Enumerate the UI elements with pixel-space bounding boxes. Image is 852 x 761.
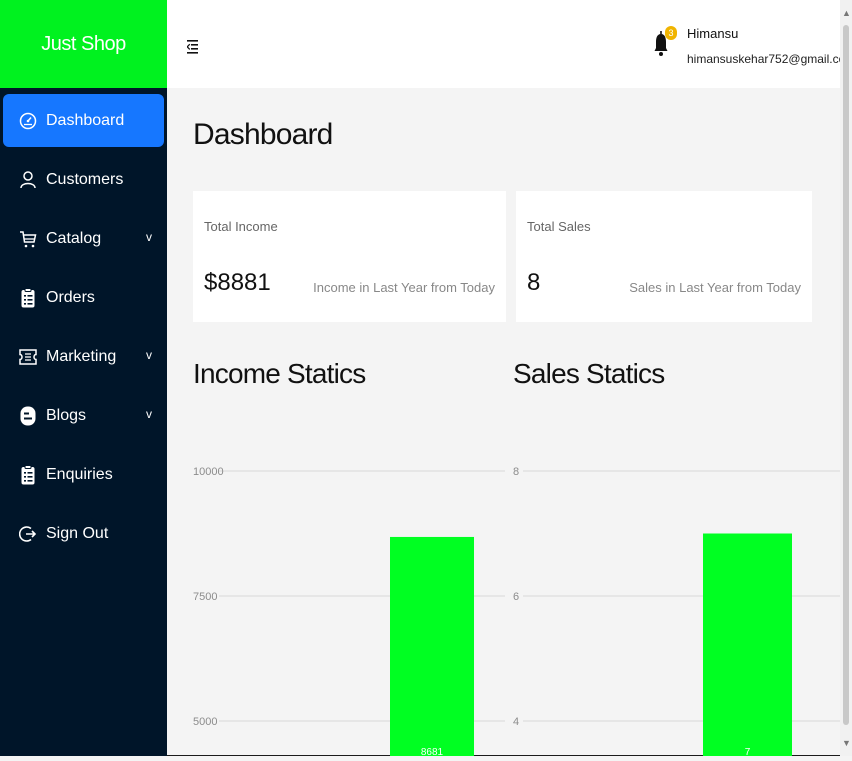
sidebar-item-enquiries[interactable]: Enquiries [3,448,164,501]
user-email[interactable]: himansuskehar752@gmail.com [687,52,852,66]
brand-logo[interactable]: Just Shop [0,0,167,88]
sales-statics-title: Sales Statics [513,358,665,389]
total-sales-card: Total Sales 8 Sales in Last Year from To… [516,191,812,322]
sidebar-item-customers[interactable]: Customers [3,153,164,206]
sidebar-item-label: Catalog [46,229,102,247]
top-header: 3 Himansu himansuskehar752@gmail.com [167,0,852,88]
sidebar-item-label: Dashboard [46,111,125,129]
sidebar-item-marketing[interactable]: Marketing v [3,330,164,383]
sidebar: Just Shop Dashboard Customers Catalog v Orde… [0,0,167,756]
sidebar-item-label: Enquiries [46,465,113,483]
sidebar-item-sign-out[interactable]: Sign Out [3,507,164,560]
card-value: $8881 [204,269,271,296]
sidebar-item-catalog[interactable]: Catalog v [3,212,164,265]
brand-title: Just Shop [41,32,126,55]
cart-icon [18,229,38,249]
chevron-down-icon: v [146,407,152,421]
income-chart: 10000 7500 5000 8681 [185,440,505,761]
notification-badge: 3 [665,26,677,40]
user-icon [18,170,38,190]
ticket-icon [18,347,38,367]
y-tick-label: 7500 [193,591,217,603]
user-name[interactable]: Himansu [687,26,738,41]
vertical-scrollbar[interactable]: ▲ ▼ [840,0,852,756]
bar-data-label: 8681 [421,747,444,756]
sidebar-menu: Dashboard Customers Catalog v Orders Marketin… [0,94,167,566]
page-title: Dashboard [193,118,333,151]
total-income-card: Total Income $8881 Income in Last Year f… [193,191,506,322]
blog-icon [18,406,38,426]
y-tick-label: 6 [513,591,519,603]
y-tick-label: 8 [513,466,519,478]
bar[interactable] [390,536,474,761]
scroll-up-arrow-icon[interactable]: ▲ [842,8,851,18]
sign-out-icon [18,524,38,544]
scroll-down-arrow-icon[interactable]: ▼ [842,738,851,748]
sidebar-item-label: Marketing [46,347,117,365]
card-subtitle: Income in Last Year from Today [313,280,495,295]
card-label: Total Income [204,219,278,234]
card-subtitle: Sales in Last Year from Today [629,280,801,295]
sidebar-item-label: Blogs [46,406,87,424]
card-value: 8 [527,269,541,296]
scrollbar-thumb[interactable] [843,25,849,725]
bar[interactable] [703,533,792,761]
clipboard-list-icon [18,287,38,308]
chart-svg: 10000 7500 5000 8681 [193,466,505,761]
chevron-down-icon: v [146,348,152,362]
income-statics-title: Income Statics [193,358,366,389]
sidebar-item-label: Sign Out [46,524,109,542]
y-tick-label: 4 [513,716,519,728]
sales-chart: 8 6 4 7 [505,440,840,761]
sidebar-item-blogs[interactable]: Blogs v [3,389,164,442]
sidebar-item-orders[interactable]: Orders [3,271,164,324]
chart-svg: 8 6 4 7 [513,466,840,761]
bar-data-label: 7 [745,747,751,756]
y-tick-label: 10000 [193,466,224,478]
card-label: Total Sales [527,219,591,234]
sidebar-item-dashboard[interactable]: Dashboard [3,94,164,147]
menu-fold-icon[interactable] [186,40,199,59]
sidebar-item-label: Customers [46,170,124,188]
chevron-down-icon: v [146,230,152,244]
clipboard-list-icon [18,464,38,485]
y-tick-label: 5000 [193,716,217,728]
sidebar-item-label: Orders [46,288,95,306]
dashboard-gauge-icon [18,111,38,131]
